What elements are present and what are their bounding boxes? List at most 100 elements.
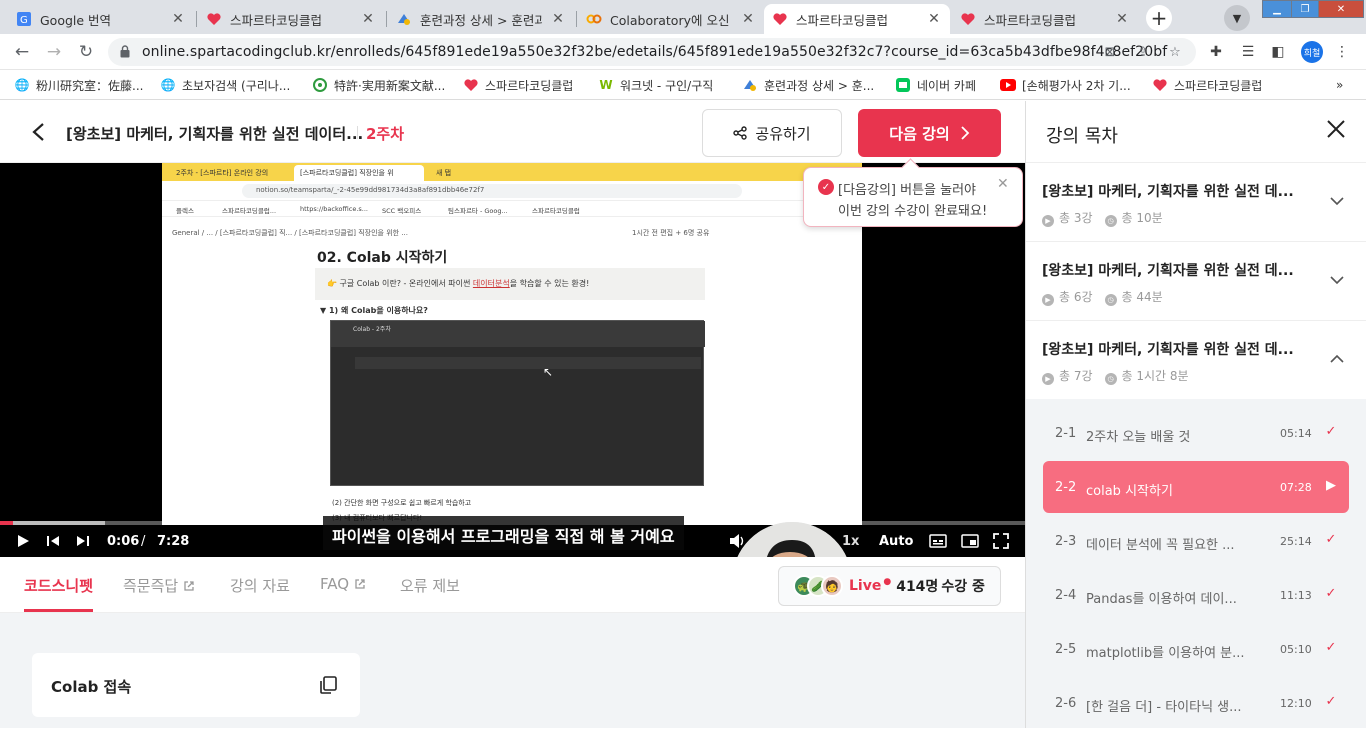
bookmark-item[interactable]: [손해평가사 2차 기... [1000,76,1131,94]
profile-avatar[interactable]: 희철 [1301,41,1323,63]
worknet-icon: W [599,78,613,92]
tab-label: Google 번역 [40,12,112,28]
code-snippet-card[interactable]: Colab 접속 [32,653,360,717]
current-time: 0:06 [107,534,140,549]
sparta-heart-icon [206,11,222,27]
browser-tab[interactable]: 스파르타코딩클럽 ✕ [198,4,384,34]
previous-button[interactable] [44,531,62,551]
lesson-title: [한 걸음 더] - 타이타닉 생... [1086,700,1242,715]
divider [357,126,358,139]
tab-search-button[interactable]: ▼ [1224,5,1250,31]
bookmark-label: 特許·実用新案文献... [334,78,446,93]
play-button[interactable] [14,531,32,551]
lesson-time: 12:10 [1280,697,1312,710]
fullscreen-icon [993,533,1009,549]
lesson-item[interactable]: 2-4 Pandas를 이용하여 데이... 11:13 ✓ [1043,569,1349,621]
play-circle-icon: ▶ [1042,215,1054,227]
browser-tab-active[interactable]: 스파르타코딩클럽 ✕ [764,4,950,34]
lesson-list: 2-1 2주차 오늘 배울 것 05:14 ✓ 2-2 colab 시작하기 0… [1026,399,1366,728]
bookmark-item[interactable]: 스파르타코딩클럽 [463,76,573,94]
browser-tab[interactable]: Colaboratory에 오신 것 ✕ [578,4,764,34]
tab-close-icon[interactable]: ✕ [550,11,566,27]
bookmarks-overflow-button[interactable]: » [1336,76,1343,94]
video-screen-callout: 👉 구글 Colab 이란? - 온라인에서 파이썬 데이터분석을 학습할 수 … [315,268,705,300]
tab-close-icon[interactable]: ✕ [740,11,756,27]
active-tab-indicator [24,609,93,612]
reload-button[interactable]: ↻ [74,40,98,64]
lesson-item[interactable]: 2-6 [한 걸음 더] - 타이타닉 생... 12:10 ✓ [1043,677,1349,729]
new-tab-button[interactable]: + [1146,5,1172,31]
lesson-item[interactable]: 2-5 matplotlib를 이용하여 분... 05:10 ✓ [1043,623,1349,675]
popup-blocked-icon[interactable]: ⊠ [1101,43,1119,61]
back-button[interactable]: ← [10,40,34,64]
sparta-heart-icon [1152,77,1168,93]
browser-tab[interactable]: 훈련과정 상세 > 훈련과 ✕ [388,4,574,34]
share-button[interactable]: 공유하기 [702,109,842,157]
maximize-button[interactable]: ❐ [1291,0,1319,18]
tab-faq[interactable]: FAQ [320,575,366,593]
address-bar[interactable]: online.spartacodingclub.kr/enrolleds/645… [108,38,1196,66]
lesson-item-current[interactable]: 2-2 colab 시작하기 07:28 ▶ [1043,461,1349,513]
captions-button[interactable] [928,531,948,551]
lesson-title: 2주차 오늘 배울 것 [1086,430,1191,445]
week-section-expanded[interactable]: [왕초보] 마케터, 기획자를 위한 실전 데... ▶ 총 7강 ◷ 총 1시간 … [1026,321,1366,400]
tab-close-icon[interactable]: ✕ [360,11,376,27]
video-screen-colab-embed: Colab - 2주차 ↖ [330,320,705,486]
bookmark-item[interactable]: 特許·実用新案文献... [312,76,445,94]
close-window-button[interactable]: ✕ [1318,0,1364,18]
bookmark-item[interactable]: 훈련과정 상세 > 훈... [742,76,874,94]
reading-list-icon[interactable]: ☰ [1238,42,1258,62]
bookmark-item[interactable]: 네이버 카페 [895,76,976,94]
checkmark-icon: ✓ [1325,640,1337,655]
tab-instant-qa[interactable]: 즉문즉답 [123,575,195,596]
play-circle-icon: ▶ [1042,294,1054,306]
bookmark-item[interactable]: 스파르타코딩클럽 [1152,76,1262,94]
quality-button[interactable]: Auto [879,534,913,549]
minimize-button[interactable]: ▁ [1262,0,1292,18]
playback-rate-button[interactable]: 1x [842,534,859,549]
copy-icon[interactable] [318,675,338,695]
close-icon [1327,120,1345,138]
tab-code-snippet[interactable]: 코드스니펫 [24,575,93,596]
tab-report-error[interactable]: 오류 제보 [400,575,460,596]
bookmark-item[interactable]: 🌐 粉川研究室：佐藤... [14,76,144,94]
share-page-icon[interactable]: ⇪ [1134,43,1152,61]
chevron-left-icon [32,123,44,141]
back-arrow-button[interactable] [28,121,50,143]
bookmark-item[interactable]: W 워크넷 - 구인/구직 [598,76,713,94]
week-section[interactable]: [왕초보] 마케터, 기획자를 위한 실전 데... ▶ 총 3강 ◷ 총 10분 [1026,163,1366,242]
tab-label: 스파르타코딩클럽 [984,12,1077,28]
lesson-item[interactable]: 2-3 데이터 분석에 꼭 필요한 ... 25:14 ✓ [1043,515,1349,567]
lesson-item[interactable]: 2-1 2주차 오늘 배울 것 05:14 ✓ [1043,407,1349,459]
bookmark-item[interactable]: 🌐 초보자검색 (구리나... [160,76,291,94]
next-button[interactable] [74,531,92,551]
side-panel-icon[interactable]: ◧ [1268,42,1288,62]
captions-icon [929,534,947,548]
tooltip-close-icon[interactable]: ✕ [997,176,1009,192]
browser-tab[interactable]: G Google 번역 ✕ [8,4,194,34]
week-section[interactable]: [왕초보] 마케터, 기획자를 위한 실전 데... ▶ 총 6강 ◷ 총 44분 [1026,242,1366,321]
tab-lecture-materials[interactable]: 강의 자료 [230,575,290,596]
duration: 7:28 [157,534,190,549]
next-lecture-button[interactable]: 다음 강의 [858,109,1001,157]
tab-close-icon[interactable]: ✕ [1114,11,1130,27]
week-title: [왕초보] 마케터, 기획자를 위한 실전 데... [1042,263,1294,279]
forward-button[interactable]: → [42,40,66,64]
more-menu-icon[interactable]: ⋮ [1332,42,1352,62]
video-screen-bookmark: SCC 백오피스 [382,207,422,215]
live-avatars: 🐢 🥒 🧑 [793,575,843,597]
sidebar-close-button[interactable] [1324,119,1348,143]
tab-close-icon[interactable]: ✕ [926,11,942,27]
picture-in-picture-button[interactable] [960,531,980,551]
bookmark-star-icon[interactable]: ☆ [1166,43,1184,61]
video-screen-toggle: ▼ 1) 왜 Colab을 이용하나요? [320,306,428,315]
week-meta: ▶ 총 6강 ◷ 총 44분 [1042,288,1163,306]
extensions-puzzle-icon[interactable]: ✚ [1206,42,1226,62]
browser-tab[interactable]: 스파르타코딩클럽 ✕ [952,4,1138,34]
chevron-down-icon [1330,276,1344,285]
chevron-right-icon [961,126,969,140]
fullscreen-button[interactable] [991,531,1011,551]
live-count: 414명 [896,579,939,595]
tab-close-icon[interactable]: ✕ [170,11,186,27]
restore-icon: ❐ [1300,3,1310,15]
